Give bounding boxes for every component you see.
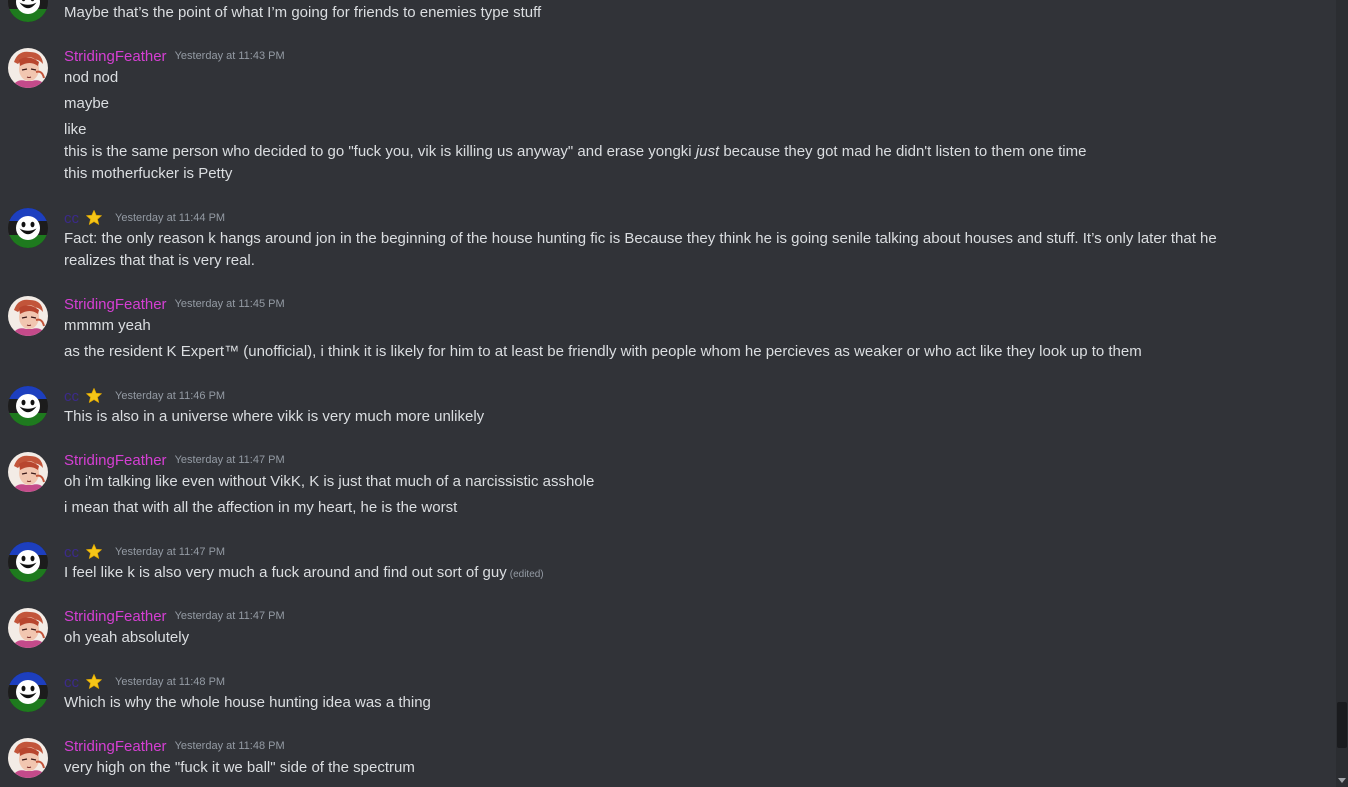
message-text: oh i'm talking like even without VikK, K… — [64, 473, 595, 490]
message-header: StridingFeather Yesterday at 11:43 PM — [64, 45, 285, 67]
anime-character-avatar-icon — [8, 48, 48, 88]
message-header: StridingFeather Yesterday at 11:45 PM — [64, 293, 285, 315]
username[interactable]: cc — [64, 210, 79, 227]
username[interactable]: StridingFeather — [64, 608, 167, 625]
message-header: StridingFeather Yesterday at 11:48 PM — [64, 735, 285, 757]
message-text-part: I feel like k is also very much a fuck a… — [64, 564, 507, 581]
message-header: StridingFeather Yesterday at 11:47 PM — [64, 449, 285, 471]
message-list[interactable]: Maybe that’s the point of what I’m going… — [0, 0, 1348, 787]
timestamp[interactable]: Yesterday at 11:47 PM — [115, 546, 225, 558]
username[interactable]: cc — [64, 388, 79, 405]
message-text: mmmm yeah — [64, 317, 151, 334]
timestamp[interactable]: Yesterday at 11:47 PM — [175, 610, 285, 622]
anime-character-avatar-icon — [8, 738, 48, 778]
message-text-part: because they got mad he didn't listen to… — [719, 143, 1087, 160]
message-header: cc Yesterday at 11:48 PM — [64, 671, 225, 693]
message-text: like — [64, 121, 87, 138]
message-text: nod nod — [64, 69, 119, 86]
message-text: This is also in a universe where vikk is… — [64, 408, 485, 425]
emphasis-text: just — [695, 143, 720, 160]
user-avatar[interactable] — [8, 608, 48, 648]
username[interactable]: StridingFeather — [64, 296, 167, 313]
message-text: oh yeah absolutely — [64, 629, 190, 646]
user-avatar[interactable] — [8, 386, 48, 426]
user-avatar[interactable] — [8, 0, 48, 22]
user-avatar[interactable] — [8, 48, 48, 88]
username[interactable]: StridingFeather — [64, 48, 167, 65]
star-icon[interactable] — [85, 673, 103, 691]
message-text: i mean that with all the affection in my… — [64, 499, 458, 516]
message-text: as the resident K Expert™ (unofficial), … — [64, 343, 1142, 360]
anime-character-avatar-icon — [8, 296, 48, 336]
user-avatar[interactable] — [8, 542, 48, 582]
user-avatar[interactable] — [8, 672, 48, 712]
user-avatar[interactable] — [8, 738, 48, 778]
timestamp[interactable]: Yesterday at 11:44 PM — [115, 212, 225, 224]
smiley-face-avatar-icon — [8, 0, 48, 22]
message-text: very high on the "fuck it we ball" side … — [64, 759, 415, 776]
smiley-face-avatar-icon — [8, 386, 48, 426]
message-header: cc Yesterday at 11:47 PM — [64, 541, 225, 563]
star-icon[interactable] — [85, 543, 103, 561]
message-text: this motherfucker is Petty — [64, 165, 233, 182]
message-header: StridingFeather Yesterday at 11:47 PM — [64, 605, 285, 627]
smiley-face-avatar-icon — [8, 542, 48, 582]
message-text: Which is why the whole house hunting ide… — [64, 694, 431, 711]
timestamp[interactable]: Yesterday at 11:46 PM — [115, 390, 225, 402]
timestamp[interactable]: Yesterday at 11:45 PM — [175, 298, 285, 310]
message-text: I feel like k is also very much a fuck a… — [64, 562, 1234, 586]
anime-character-avatar-icon — [8, 608, 48, 648]
message-text: this is the same person who decided to g… — [64, 141, 1234, 163]
username[interactable]: StridingFeather — [64, 738, 167, 755]
smiley-face-avatar-icon — [8, 208, 48, 248]
scrollbar-track[interactable] — [1336, 0, 1348, 787]
username[interactable]: cc — [64, 544, 79, 561]
scrollbar-thumb[interactable] — [1337, 702, 1347, 748]
star-icon[interactable] — [85, 209, 103, 227]
timestamp[interactable]: Yesterday at 11:48 PM — [175, 740, 285, 752]
message-text: Maybe that’s the point of what I’m going… — [64, 4, 542, 21]
username[interactable]: StridingFeather — [64, 452, 167, 469]
star-icon[interactable] — [85, 387, 103, 405]
message-header: cc Yesterday at 11:46 PM — [64, 385, 225, 407]
message-text: maybe — [64, 95, 110, 112]
anime-character-avatar-icon — [8, 452, 48, 492]
smiley-face-avatar-icon — [8, 672, 48, 712]
user-avatar[interactable] — [8, 208, 48, 248]
message-text-part: this is the same person who decided to g… — [64, 143, 696, 160]
username[interactable]: cc — [64, 674, 79, 691]
timestamp[interactable]: Yesterday at 11:48 PM — [115, 676, 225, 688]
message-header: cc Yesterday at 11:44 PM — [64, 207, 225, 229]
user-avatar[interactable] — [8, 296, 48, 336]
user-avatar[interactable] — [8, 452, 48, 492]
timestamp[interactable]: Yesterday at 11:47 PM — [175, 454, 285, 466]
message-text: Fact: the only reason k hangs around jon… — [64, 230, 1217, 269]
scroll-down-arrow-icon[interactable] — [1338, 778, 1346, 783]
timestamp[interactable]: Yesterday at 11:43 PM — [175, 50, 285, 62]
edited-label: (edited) — [509, 569, 544, 580]
